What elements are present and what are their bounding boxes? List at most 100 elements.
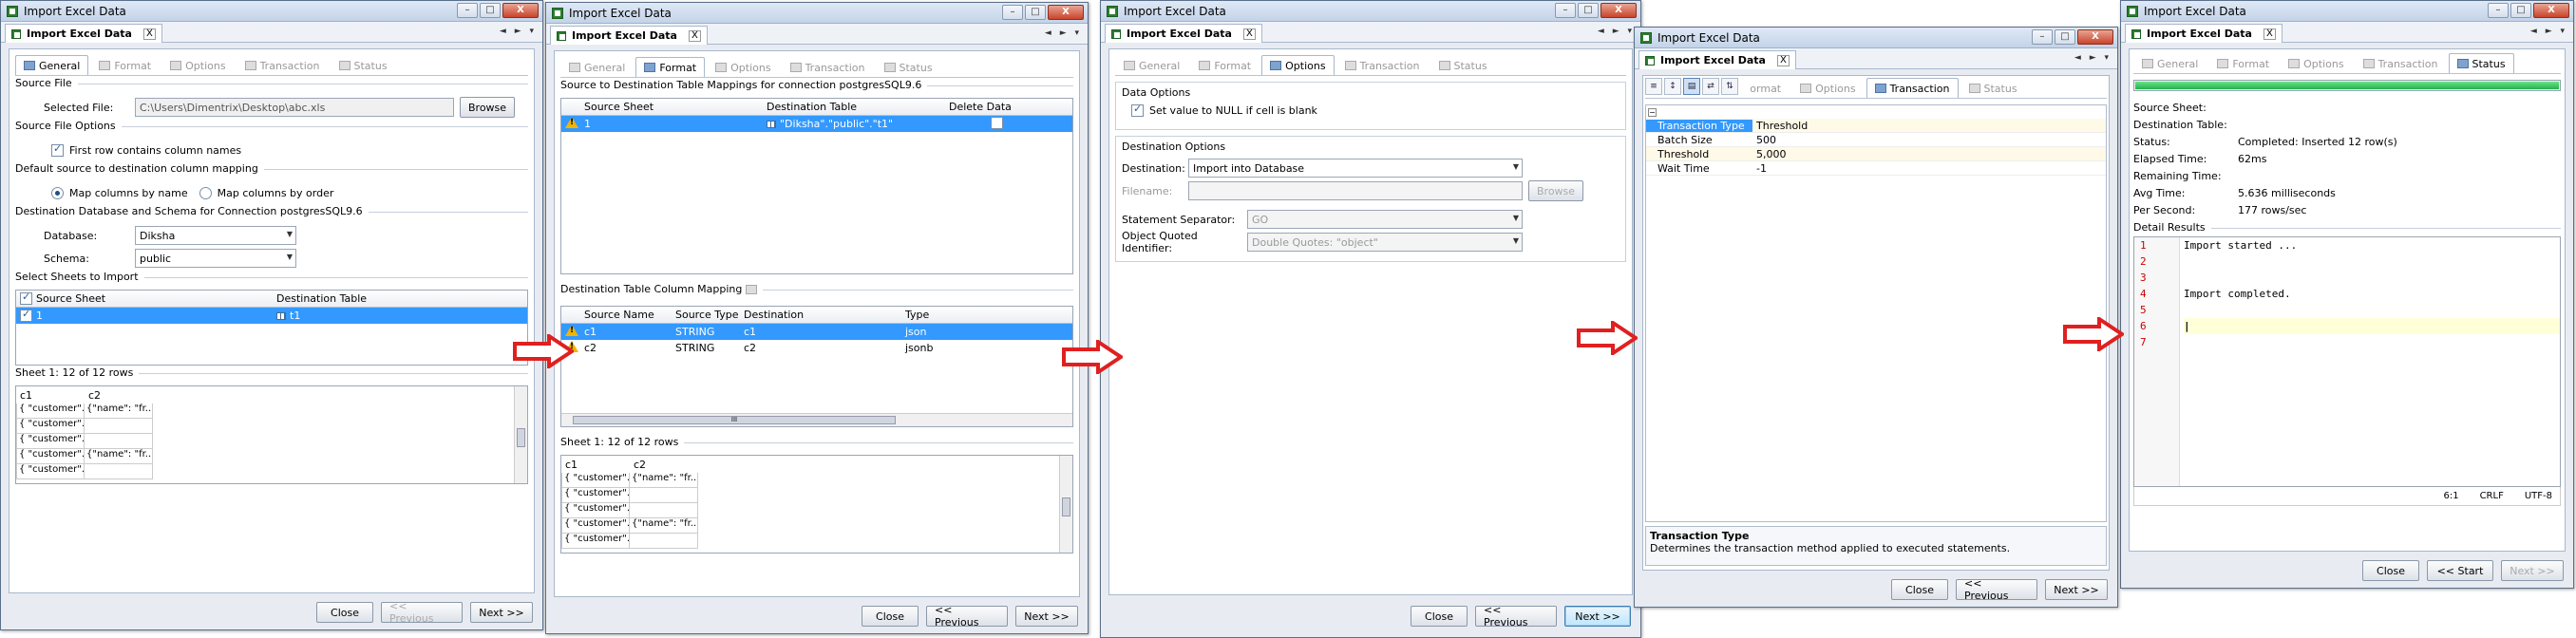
preview-row[interactable]: { "customer"... xyxy=(561,488,1072,503)
document-tab[interactable]: Import Excel Data X xyxy=(550,26,708,45)
table-row[interactable]: c2 STRING c2 jsonb xyxy=(561,340,1072,356)
title-bar[interactable]: Import Excel Data – □ X xyxy=(546,3,1088,24)
delete-data-checkbox[interactable] xyxy=(991,116,1003,129)
close-tab-icon[interactable]: X xyxy=(1776,54,1790,66)
close-window-button[interactable]: X xyxy=(502,3,539,18)
close-window-button[interactable]: X xyxy=(1601,3,1637,18)
preview-row[interactable]: { "customer"... {"name": "fr... xyxy=(561,518,1072,534)
tab-nav-arrows-icon[interactable]: ◄ ► ▾ xyxy=(1598,27,1635,36)
maximize-button[interactable]: □ xyxy=(2055,29,2075,45)
results-editor[interactable]: 1 2 3 4 5 6 7 Import started ... Import complet… xyxy=(2133,236,2561,487)
tab-general[interactable]: General xyxy=(2133,53,2207,73)
vertical-scrollbar[interactable] xyxy=(1059,456,1072,553)
tab-format[interactable]: Format xyxy=(635,57,706,77)
close-tab-icon[interactable]: X xyxy=(688,29,701,42)
property-row[interactable]: Batch Size 500 xyxy=(1646,133,2106,147)
tab-status[interactable]: Status xyxy=(1960,78,2026,98)
map-by-name-radio[interactable] xyxy=(51,186,64,199)
tab-status[interactable]: Status xyxy=(331,55,396,75)
vertical-scrollbar[interactable] xyxy=(514,386,527,483)
close-button[interactable]: Close xyxy=(316,602,373,623)
tab-nav-arrows-icon[interactable]: ◄ ► ▾ xyxy=(2074,53,2112,63)
preview-row[interactable]: { "customer"... xyxy=(561,503,1072,518)
document-tab[interactable]: Import Excel Data X xyxy=(2125,24,2282,43)
close-button[interactable]: Close xyxy=(862,606,919,627)
collapse-icon[interactable]: ⇅ xyxy=(1721,78,1738,95)
browse-button[interactable]: Browse xyxy=(460,97,516,118)
sheet-checkbox[interactable] xyxy=(20,310,32,322)
previous-button[interactable]: << Previous xyxy=(926,604,1008,629)
tab-transaction[interactable]: Transaction xyxy=(1336,55,1429,75)
expand-icon[interactable]: ⇄ xyxy=(1702,78,1719,95)
start-button[interactable]: << Start xyxy=(2427,560,2493,581)
close-tab-icon[interactable]: X xyxy=(2263,28,2276,40)
maximize-button[interactable]: □ xyxy=(2510,3,2531,18)
previous-button[interactable]: << Previous xyxy=(381,600,463,625)
tab-status[interactable]: Status xyxy=(1430,55,1496,75)
tab-general[interactable]: General xyxy=(560,57,634,77)
table-row[interactable]: 1 "Diksha"."public"."t1" xyxy=(561,116,1072,132)
horizontal-scrollbar[interactable]: III xyxy=(561,413,1072,426)
tab-options[interactable]: Options xyxy=(161,55,234,75)
sort-icon[interactable]: ↕ xyxy=(1664,78,1681,95)
tab-nav-arrows-icon[interactable]: ◄ ► ▾ xyxy=(500,27,537,36)
title-bar[interactable]: Import Excel Data – □ X xyxy=(2121,1,2573,22)
grid-view-icon[interactable]: ▤ xyxy=(1683,78,1700,95)
close-window-button[interactable]: X xyxy=(2077,29,2113,45)
close-button[interactable]: Close xyxy=(2362,560,2419,581)
next-button[interactable]: Next >> xyxy=(470,602,533,623)
title-bar[interactable]: Import Excel Data – □ X xyxy=(1,1,542,22)
next-button[interactable]: Next >> xyxy=(2501,560,2564,581)
minimize-button[interactable]: – xyxy=(1555,3,1576,18)
tab-format[interactable]: Format xyxy=(1190,55,1260,75)
categorized-icon[interactable]: ≡ xyxy=(1645,78,1662,95)
minimize-button[interactable]: – xyxy=(2032,29,2053,45)
schema-dropdown[interactable]: public xyxy=(135,249,296,268)
property-value[interactable]: -1 xyxy=(1752,162,1767,175)
collapse-group-icon[interactable]: − xyxy=(1648,107,1657,117)
tab-format[interactable]: Format xyxy=(2208,53,2278,73)
tab-transaction[interactable]: Transaction xyxy=(237,55,329,75)
close-button[interactable]: Close xyxy=(1411,606,1468,627)
results-text[interactable]: Import started ... Import completed. | xyxy=(2180,237,2560,486)
document-tab[interactable]: Import Excel Data X xyxy=(1638,50,1796,69)
document-tab[interactable]: Import Excel Data X xyxy=(1105,24,1262,43)
separator-dropdown[interactable]: GO xyxy=(1247,210,1523,229)
close-window-button[interactable]: X xyxy=(2533,3,2569,18)
title-bar[interactable]: Import Excel Data – □ X xyxy=(1635,28,2117,48)
close-window-button[interactable]: X xyxy=(1048,5,1084,20)
tab-general[interactable]: General xyxy=(1115,55,1188,75)
database-dropdown[interactable]: Diksha xyxy=(135,226,296,245)
table-row[interactable]: c1 STRING c1 json xyxy=(561,324,1072,340)
tab-options[interactable]: Options xyxy=(1791,78,1864,98)
filename-field[interactable] xyxy=(1188,181,1523,200)
tab-general[interactable]: General xyxy=(15,55,89,75)
tab-transaction[interactable]: Transaction xyxy=(2355,53,2447,73)
tab-nav-arrows-icon[interactable]: ◄ ► ▾ xyxy=(2530,27,2567,36)
selected-file-field[interactable]: C:\Users\Dimentrix\Desktop\abc.xls xyxy=(135,98,454,117)
previous-button[interactable]: << Previous xyxy=(1956,577,2037,602)
minimize-button[interactable]: – xyxy=(2488,3,2509,18)
property-value[interactable]: 5,000 xyxy=(1752,148,1787,160)
null-if-blank-checkbox[interactable] xyxy=(1131,103,1144,117)
next-button[interactable]: Next >> xyxy=(1015,606,1078,627)
quoted-identifier-dropdown[interactable]: Double Quotes: "object" xyxy=(1247,233,1523,252)
tab-status[interactable]: Status xyxy=(2448,53,2514,73)
previous-button[interactable]: << Previous xyxy=(1475,604,1557,629)
table-row[interactable]: 1 t1 xyxy=(16,308,527,324)
tab-nav-arrows-icon[interactable]: ◄ ► ▾ xyxy=(1045,28,1082,38)
minimize-button[interactable]: – xyxy=(1002,5,1023,20)
scroll-thumb[interactable] xyxy=(517,428,525,447)
maximize-button[interactable]: □ xyxy=(480,3,501,18)
map-by-order-radio[interactable] xyxy=(199,186,212,199)
preview-row[interactable]: { "customer"... {"name": "fr... xyxy=(561,473,1072,488)
close-tab-icon[interactable]: X xyxy=(142,28,156,40)
property-row[interactable]: Wait Time -1 xyxy=(1646,161,2106,176)
tab-options[interactable]: Options xyxy=(1261,55,1335,75)
property-value[interactable]: Threshold xyxy=(1752,120,1808,132)
next-button[interactable]: Next >> xyxy=(2045,579,2108,600)
tab-status[interactable]: Status xyxy=(876,57,941,77)
scroll-thumb[interactable] xyxy=(1062,497,1070,516)
preview-row[interactable]: { "customer"... xyxy=(561,534,1072,549)
minimize-button[interactable]: – xyxy=(457,3,478,18)
